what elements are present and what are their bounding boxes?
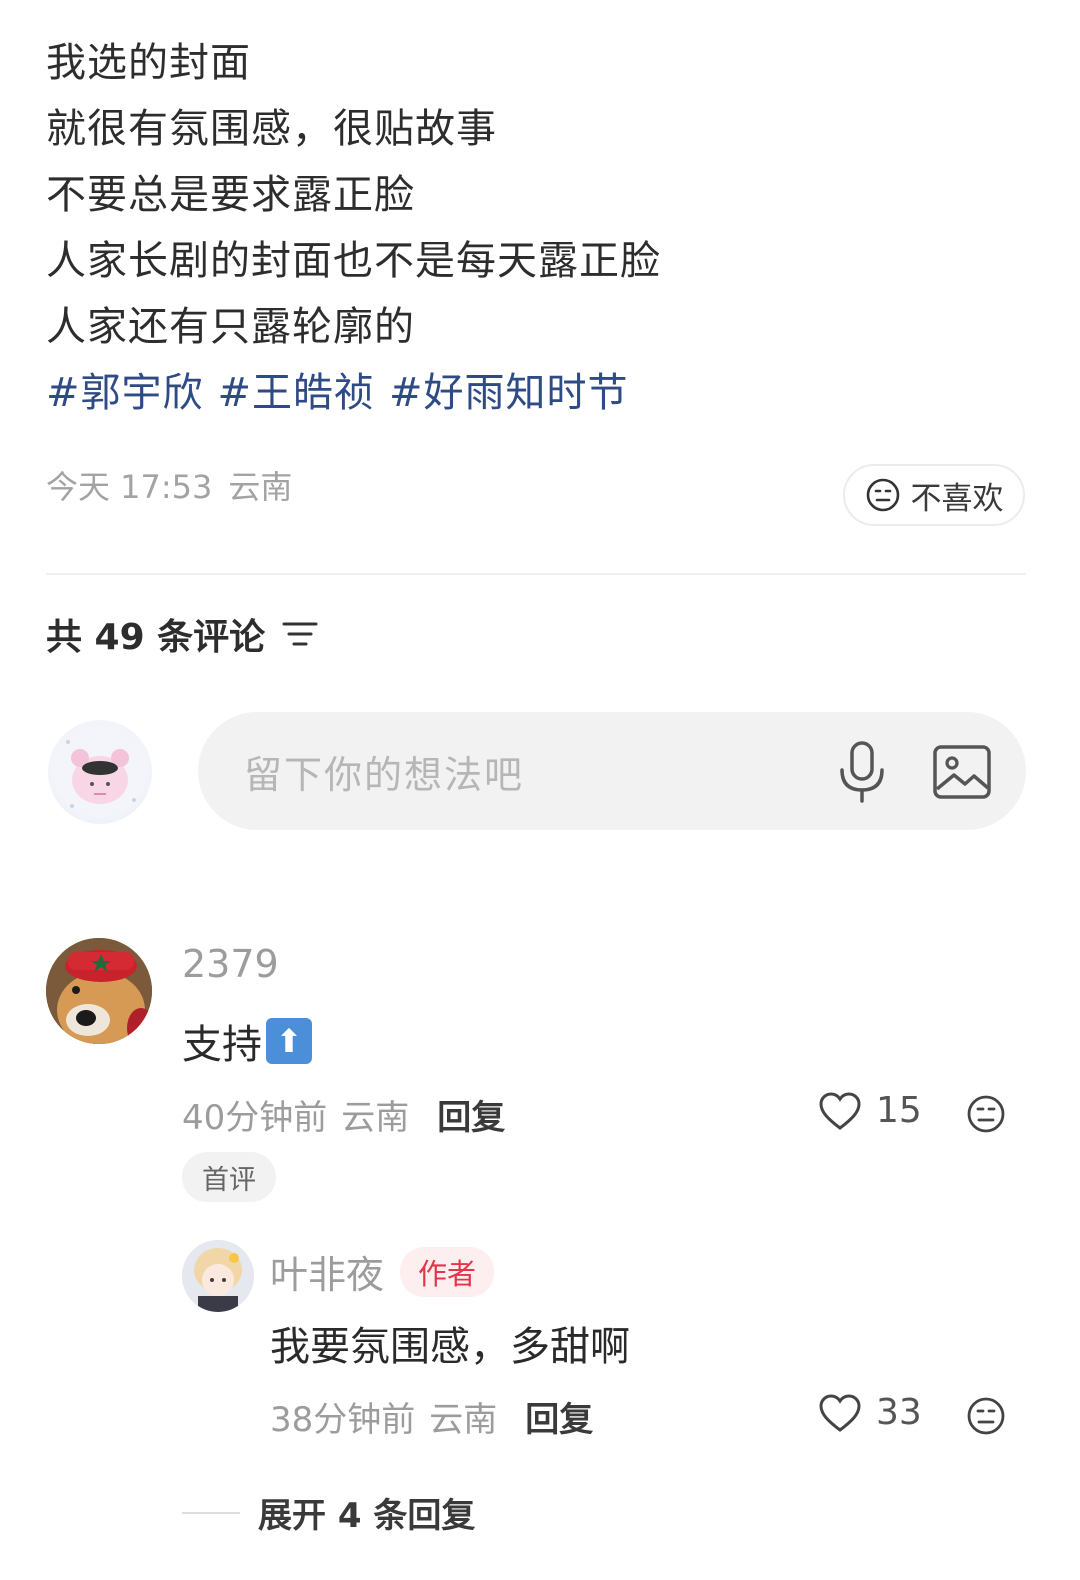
post-location: 云南: [228, 468, 293, 506]
heart-icon: [819, 1091, 861, 1130]
microphone-icon[interactable]: [834, 740, 890, 804]
image-icon[interactable]: [932, 742, 992, 802]
hashtag-link[interactable]: #好雨知时节: [389, 360, 629, 426]
reply-author-avatar[interactable]: [182, 1240, 254, 1312]
up-arrow-emoji-icon: ⬆: [266, 1018, 312, 1064]
comment-input[interactable]: 留下你的想法吧: [198, 712, 1026, 830]
heart-icon: [819, 1393, 861, 1432]
comment-text: 支持: [182, 1022, 262, 1068]
reply-meta: 38分钟前 云南 回复: [270, 1392, 593, 1441]
reply-header: 叶非夜 作者: [270, 1244, 495, 1299]
like-count: 33: [876, 1392, 922, 1433]
commenter-username[interactable]: 2379: [182, 942, 279, 986]
comment-count-label: 共 49 条评论: [46, 617, 266, 658]
dislike-label: 不喜欢: [910, 480, 1004, 517]
comment-time: 40分钟前: [182, 1098, 328, 1138]
meh-face-icon[interactable]: [966, 1396, 1006, 1436]
dog-avatar-illustration: [46, 938, 152, 1044]
reply-button[interactable]: 回复: [437, 1090, 505, 1139]
comment-location: 云南: [341, 1098, 410, 1138]
reply-location: 云南: [429, 1400, 498, 1440]
comment-meta: 40分钟前 云南 回复: [182, 1090, 505, 1139]
like-button[interactable]: 15: [818, 1090, 922, 1131]
hashtag-link[interactable]: #王皓祯: [218, 360, 376, 426]
author-badge: 作者: [400, 1246, 495, 1297]
post-line: 人家还有只露轮廓的: [46, 304, 415, 350]
meh-face-icon: [866, 478, 899, 512]
avatar-illustration: [54, 726, 146, 818]
post-content: 我选的封面 就很有氛围感，很贴故事 不要总是要求露正脸 人家长剧的封面也不是每天…: [46, 30, 1046, 426]
first-comment-badge: 首评: [182, 1152, 276, 1202]
commenter-avatar[interactable]: [46, 938, 152, 1044]
dislike-button[interactable]: 不喜欢: [843, 464, 1025, 526]
my-avatar[interactable]: [48, 720, 152, 824]
meh-face-icon[interactable]: [966, 1094, 1006, 1134]
post-line: 不要总是要求露正脸: [46, 172, 415, 218]
divider: [46, 573, 1026, 575]
post-line: 我选的封面: [46, 40, 251, 86]
comment-input-placeholder: 留下你的想法吧: [244, 753, 525, 797]
expand-divider: [182, 1512, 240, 1514]
post-time: 今天 17:53: [46, 468, 213, 506]
post-meta: 今天 17:53 云南: [46, 462, 292, 508]
sort-filter-icon[interactable]: [281, 618, 319, 650]
post-tags: #郭宇欣 #王皓祯 #好雨知时节: [46, 360, 1046, 426]
post-line: 就很有氛围感，很贴故事: [46, 106, 497, 152]
hashtag-link[interactable]: #郭宇欣: [46, 360, 204, 426]
anime-avatar-illustration: [182, 1240, 254, 1312]
like-button[interactable]: 33: [818, 1392, 922, 1433]
reply-username[interactable]: 叶非夜: [270, 1244, 384, 1299]
reply-time: 38分钟前: [270, 1400, 416, 1440]
post-line: 人家长剧的封面也不是每天露正脸: [46, 238, 661, 284]
comment-count-header: 共 49 条评论: [46, 608, 319, 660]
comment-body: 支持 ⬆: [182, 1012, 312, 1070]
reply-button[interactable]: 回复: [525, 1392, 593, 1441]
expand-replies-button[interactable]: 展开 4 条回复: [258, 1488, 475, 1537]
like-count: 15: [876, 1090, 922, 1131]
reply-text: 我要氛围感，多甜啊: [270, 1324, 630, 1370]
